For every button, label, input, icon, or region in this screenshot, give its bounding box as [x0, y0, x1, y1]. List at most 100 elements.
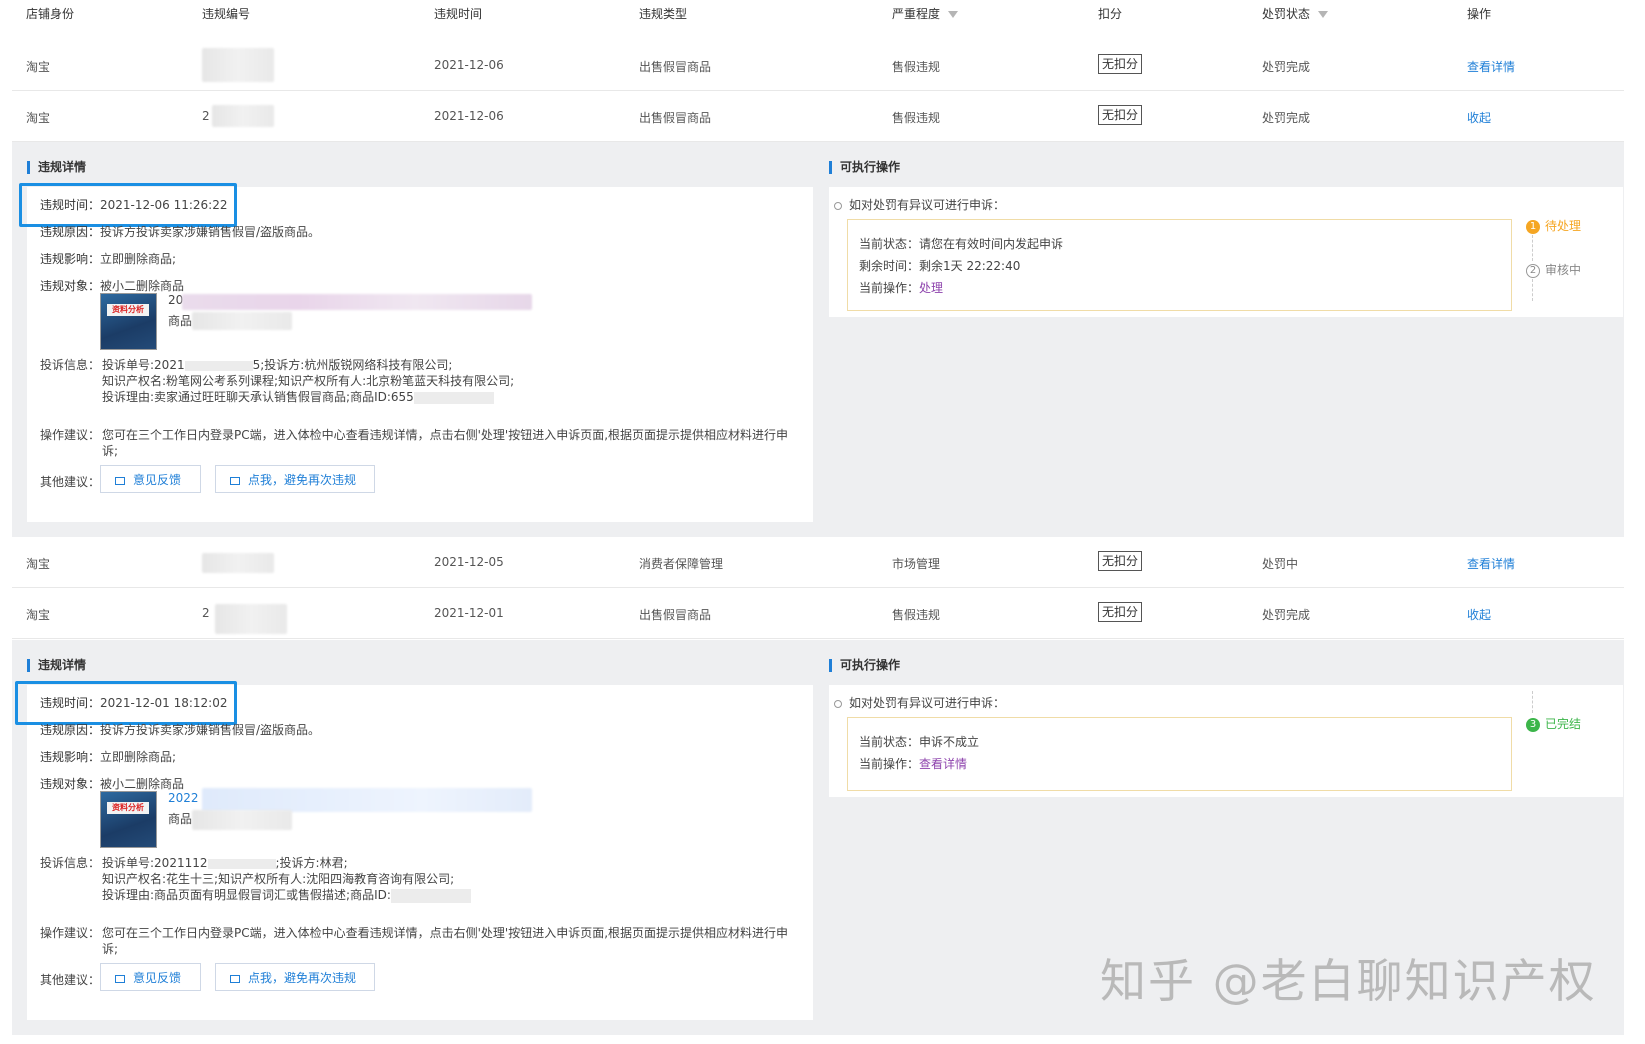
col-id: 违规编号: [202, 7, 251, 21]
advice-line2: 诉;: [102, 444, 119, 458]
collapse-link[interactable]: 收起: [1467, 109, 1491, 126]
row-status: 处罚完成: [1262, 608, 1311, 622]
row-type: 消费者保障管理: [639, 557, 724, 571]
violation-reason: 违规原因：投诉方投诉卖家涉嫌销售假冒/盗版商品。: [40, 723, 321, 737]
row-time: 2021-12-01: [434, 606, 504, 620]
collapse-link[interactable]: 收起: [1467, 606, 1491, 623]
feedback-button[interactable]: 意见反馈: [100, 963, 201, 991]
row-time: 2021-12-06: [434, 109, 504, 123]
violation-impact: 违规影响：立即删除商品;: [40, 252, 177, 266]
step-connector: [1532, 691, 1533, 713]
violation-time: 违规时间：2021-12-06 11:26:22: [40, 198, 228, 212]
avoid-violation-button[interactable]: 点我，避免再次违规: [215, 963, 375, 991]
current-status: 当前状态：请您在有效时间内发起申诉: [859, 237, 1064, 251]
deduct-badge: 无扣分: [1098, 105, 1143, 125]
mail-icon: [115, 476, 125, 485]
row-severity: 市场管理: [892, 557, 941, 571]
ops-title: 可执行操作: [829, 161, 900, 174]
violation-impact: 违规影响：立即删除商品;: [40, 750, 177, 764]
violation-target: 违规对象：被小二删除商品: [40, 777, 185, 791]
row-severity: 售假违规: [892, 608, 941, 622]
ops-title: 可执行操作: [829, 659, 900, 672]
step-done: 3 已完结: [1526, 715, 1581, 732]
handle-link[interactable]: 处理: [919, 281, 943, 295]
watermark: 知乎 @老白聊知识产权: [1100, 954, 1597, 1008]
step-3-icon: 3: [1526, 717, 1540, 732]
current-op: 当前操作：处理: [859, 281, 944, 295]
row-shop: 淘宝: [26, 111, 51, 125]
redacted-id: [202, 553, 274, 573]
row-status: 处罚完成: [1262, 111, 1311, 125]
current-op: 当前操作：查看详情: [859, 757, 968, 771]
row-time: 2021-12-05: [434, 555, 504, 569]
product-sub: 商品: [168, 314, 193, 328]
product-title: 20: [168, 293, 184, 307]
advice-label: 操作建议：: [40, 926, 101, 940]
col-severity[interactable]: 严重程度: [892, 5, 959, 22]
complaint-label: 投诉信息：: [40, 856, 101, 870]
product-thumbnail: 资料分析: [100, 293, 157, 350]
feedback-button[interactable]: 意见反馈: [100, 465, 201, 493]
row-shop: 淘宝: [26, 608, 51, 622]
complaint-label: 投诉信息：: [40, 358, 101, 372]
deduct-badge: 无扣分: [1098, 54, 1143, 74]
current-status: 当前状态：申诉不成立: [859, 735, 980, 749]
violation-target: 违规对象：被小二删除商品: [40, 279, 185, 293]
filter-icon[interactable]: [1318, 11, 1329, 18]
table-row: 淘宝 2 2021-12-01 出售假冒商品 售假违规 无扣分 处罚完成 收起: [12, 588, 1624, 639]
view-appeal-link[interactable]: 查看详情: [919, 757, 967, 771]
filter-icon[interactable]: [948, 11, 959, 18]
redacted-sub: [192, 312, 292, 330]
other-label: 其他建议：: [40, 475, 101, 489]
complaint-line2: 知识产权名:粉笔网公考系列课程;知识产权所有人:北京粉笔蓝天科技有限公司;: [102, 374, 515, 388]
complaint-line1: 投诉单号:2021 5;投诉方:杭州版锐网络科技有限公司;: [102, 358, 453, 372]
deduct-badge: 无扣分: [1098, 551, 1143, 571]
row-time: 2021-12-06: [434, 58, 504, 72]
complaint-line3: 投诉理由:卖家通过旺旺聊天承认销售假冒商品;商品ID:655: [102, 388, 494, 405]
col-deduct: 扣分: [1098, 7, 1123, 21]
view-detail-link[interactable]: 查看详情: [1467, 58, 1515, 75]
row-id-prefix: 2: [202, 109, 210, 123]
row-type: 出售假冒商品: [639, 111, 712, 125]
step-pending: 1 待处理: [1526, 217, 1581, 234]
other-label: 其他建议：: [40, 973, 101, 987]
table-header: 店铺身份 违规编号 违规时间 违规类型 严重程度 扣分 处罚状态 操作: [12, 0, 1624, 41]
col-status-label: 处罚状态: [1262, 7, 1311, 21]
redacted-id: [212, 105, 274, 127]
redacted-id: [202, 48, 274, 82]
violation-time: 违规时间：2021-12-01 18:12:02: [40, 696, 228, 710]
col-status[interactable]: 处罚状态: [1262, 5, 1329, 22]
complaint-line3: 投诉理由:商品页面有明显假冒词汇或售假描述;商品ID:: [102, 886, 471, 903]
redacted-id: [215, 604, 287, 634]
appeal-hint: 如对处罚有异议可进行申诉：: [834, 694, 1005, 711]
table-row: 淘宝 2 2021-12-06 出售假冒商品 售假违规 无扣分 处罚完成 收起: [12, 91, 1624, 142]
redacted-title: [182, 294, 532, 310]
product-title[interactable]: 2022: [168, 791, 199, 805]
col-severity-label: 严重程度: [892, 7, 941, 21]
row-shop: 淘宝: [26, 557, 51, 571]
table-row: 淘宝 2021-12-06 出售假冒商品 售假违规 无扣分 处罚完成 查看详情: [12, 40, 1624, 91]
row-id-prefix: 2: [202, 606, 210, 620]
deduct-badge: 无扣分: [1098, 602, 1143, 622]
detail-title: 违规详情: [27, 161, 86, 174]
detail-card: 违规时间：2021-12-06 11:26:22 违规原因：投诉方投诉卖家涉嫌销…: [19, 183, 813, 522]
complaint-line1: 投诉单号:2021112 ;投诉方:林君;: [102, 856, 348, 870]
advice-line1: 您可在三个工作日内登录PC端，进入体检中心查看违规详情，点击右侧'处理'按钮进入…: [102, 926, 789, 940]
avoid-violation-button[interactable]: 点我，避免再次违规: [215, 465, 375, 493]
violation-reason: 违规原因：投诉方投诉卖家涉嫌销售假冒/盗版商品。: [40, 225, 321, 239]
book-icon: [230, 974, 240, 983]
row-severity: 售假违规: [892, 111, 941, 125]
redacted-title: [202, 788, 532, 812]
mail-icon: [115, 974, 125, 983]
table-row: 淘宝 2021-12-05 消费者保障管理 市场管理 无扣分 处罚中 查看详情: [12, 537, 1624, 588]
advice-line1: 您可在三个工作日内登录PC端，进入体检中心查看违规详情，点击右侧'处理'按钮进入…: [102, 428, 789, 442]
step-2-icon: 2: [1526, 263, 1540, 278]
col-shop: 店铺身份: [26, 7, 75, 21]
complaint-line2: 知识产权名:花生十三;知识产权所有人:沈阳四海教育咨询有限公司;: [102, 872, 455, 886]
step-connector: [1532, 235, 1533, 261]
step-reviewing: 2 审核中: [1526, 261, 1581, 278]
appeal-hint: 如对处罚有异议可进行申诉：: [834, 196, 1005, 213]
remaining-time: 剩余时间：剩余1天 22:22:40: [859, 259, 1021, 273]
ops-card: 如对处罚有异议可进行申诉： 当前状态：请您在有效时间内发起申诉 剩余时间：剩余1…: [829, 187, 1623, 317]
view-detail-link[interactable]: 查看详情: [1467, 555, 1515, 572]
